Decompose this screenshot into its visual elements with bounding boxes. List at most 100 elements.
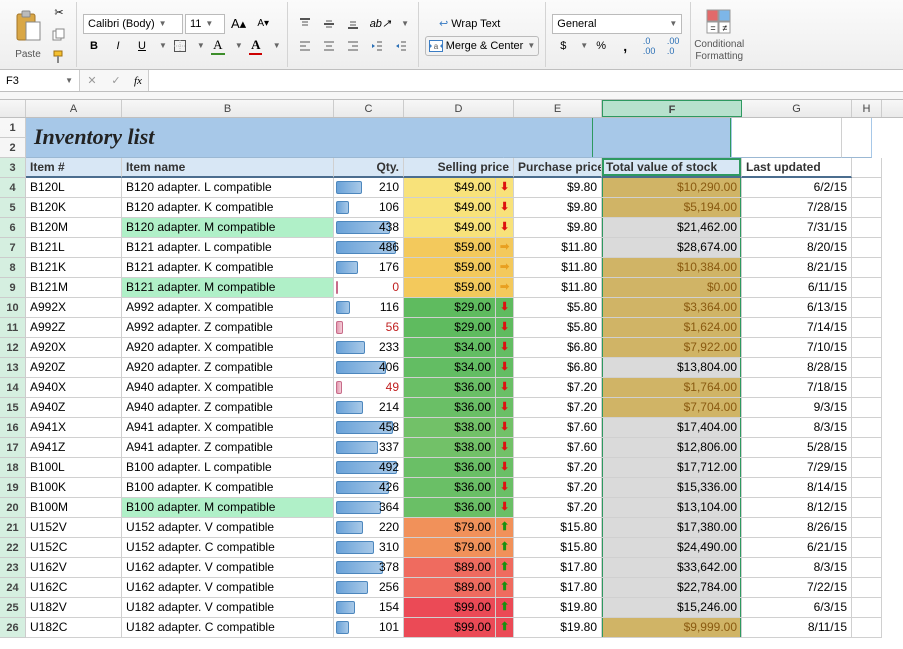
cell-sell-price[interactable]: $36.00 [404, 378, 496, 398]
cell-item-name[interactable]: B100 adapter. K compatible [122, 478, 334, 498]
cell-total-value[interactable]: $10,290.00 [602, 178, 742, 198]
cell-item-name[interactable]: B100 adapter. M compatible [122, 498, 334, 518]
italic-button[interactable]: I [107, 36, 129, 56]
copy-icon[interactable] [48, 25, 70, 45]
row-header[interactable]: 8 [0, 258, 26, 278]
grow-font-icon[interactable]: A▴ [227, 14, 250, 34]
cell-item-no[interactable]: B100L [26, 458, 122, 478]
cell-last-updated[interactable]: 8/3/15 [742, 558, 852, 578]
cell-purchase-price[interactable]: $7.20 [514, 478, 602, 498]
header-sell[interactable]: Selling price [404, 158, 514, 178]
wrap-text-button[interactable]: ↩Wrap Text [425, 14, 515, 34]
cell-purchase-price[interactable]: $7.60 [514, 438, 602, 458]
cell-total-value[interactable]: $0.00 [602, 278, 742, 298]
cell-qty[interactable]: 492 [334, 458, 404, 478]
header-purchase[interactable]: Purchase price [514, 158, 602, 178]
cell-total-value[interactable]: $1,764.00 [602, 378, 742, 398]
cell-item-no[interactable]: B121L [26, 238, 122, 258]
cell-qty[interactable]: 0 [334, 278, 404, 298]
title-cell[interactable]: Inventory list [26, 118, 504, 158]
cell-item-name[interactable]: A940 adapter. Z compatible [122, 398, 334, 418]
cell-item-name[interactable]: U162 adapter. V compatible [122, 558, 334, 578]
cell-total-value[interactable]: $24,490.00 [602, 538, 742, 558]
row-header[interactable]: 2 [0, 138, 26, 158]
row-header[interactable]: 22 [0, 538, 26, 558]
cell-last-updated[interactable]: 6/13/15 [742, 298, 852, 318]
cell-item-no[interactable]: U152C [26, 538, 122, 558]
row-header[interactable]: 23 [0, 558, 26, 578]
cell-last-updated[interactable]: 5/28/15 [742, 438, 852, 458]
row-header[interactable]: 11 [0, 318, 26, 338]
cell-item-no[interactable]: A941Z [26, 438, 122, 458]
cell-sell-price[interactable]: $29.00 [404, 298, 496, 318]
align-center-icon[interactable] [318, 36, 340, 56]
cell-total-value[interactable]: $17,404.00 [602, 418, 742, 438]
cell-total-value[interactable]: $21,462.00 [602, 218, 742, 238]
cell-sell-price[interactable]: $49.00 [404, 218, 496, 238]
cell-sell-price[interactable]: $49.00 [404, 198, 496, 218]
cell-purchase-price[interactable]: $7.20 [514, 498, 602, 518]
cell-qty[interactable]: 378 [334, 558, 404, 578]
cell-item-no[interactable]: B121K [26, 258, 122, 278]
header-updated[interactable]: Last updated [742, 158, 852, 178]
cell-sell-price[interactable]: $99.00 [404, 598, 496, 618]
cell-last-updated[interactable]: 9/3/15 [742, 398, 852, 418]
header-qty[interactable]: Qty. [334, 158, 404, 178]
cell-item-name[interactable]: A940 adapter. X compatible [122, 378, 334, 398]
cell-item-name[interactable]: B121 adapter. M compatible [122, 278, 334, 298]
cell-qty[interactable]: 256 [334, 578, 404, 598]
col-header-E[interactable]: E [514, 100, 602, 117]
align-left-icon[interactable] [294, 36, 316, 56]
col-header-B[interactable]: B [122, 100, 334, 117]
row-header[interactable]: 18 [0, 458, 26, 478]
cell-item-no[interactable]: U182C [26, 618, 122, 638]
cell-total-value[interactable]: $12,806.00 [602, 438, 742, 458]
row-header[interactable]: 16 [0, 418, 26, 438]
percent-button[interactable]: % [590, 36, 612, 56]
cell-last-updated[interactable]: 7/28/15 [742, 198, 852, 218]
cell-item-no[interactable]: B100M [26, 498, 122, 518]
cell-item-no[interactable]: A941X [26, 418, 122, 438]
cell-total-value[interactable]: $22,784.00 [602, 578, 742, 598]
cell-qty[interactable]: 426 [334, 478, 404, 498]
cell-sell-price[interactable]: $38.00 [404, 418, 496, 438]
cell-item-name[interactable]: U162 adapter. V compatible [122, 578, 334, 598]
cell-total-value[interactable]: $17,380.00 [602, 518, 742, 538]
cell-qty[interactable]: 49 [334, 378, 404, 398]
decrease-decimal-icon[interactable]: .00.0 [662, 36, 684, 56]
cell-last-updated[interactable]: 8/3/15 [742, 418, 852, 438]
cell-purchase-price[interactable]: $9.80 [514, 178, 602, 198]
font-color-button[interactable]: A [245, 36, 267, 56]
paste-icon[interactable] [13, 10, 43, 48]
cell-item-no[interactable]: A920X [26, 338, 122, 358]
comma-button[interactable]: , [614, 36, 636, 56]
cell-purchase-price[interactable]: $7.20 [514, 398, 602, 418]
cell-purchase-price[interactable]: $7.60 [514, 418, 602, 438]
cell-item-name[interactable]: B120 adapter. L compatible [122, 178, 334, 198]
cell-last-updated[interactable]: 6/11/15 [742, 278, 852, 298]
cell-purchase-price[interactable]: $7.20 [514, 378, 602, 398]
cell-total-value[interactable]: $10,384.00 [602, 258, 742, 278]
cell-total-value[interactable]: $13,104.00 [602, 498, 742, 518]
cell-purchase-price[interactable]: $17.80 [514, 558, 602, 578]
border-button[interactable] [169, 36, 191, 56]
cell-sell-price[interactable]: $79.00 [404, 538, 496, 558]
align-middle-icon[interactable] [318, 14, 340, 34]
cell-item-name[interactable]: B100 adapter. L compatible [122, 458, 334, 478]
increase-indent-icon[interactable] [390, 36, 412, 56]
cell-sell-price[interactable]: $89.00 [404, 578, 496, 598]
increase-decimal-icon[interactable]: .0.00 [638, 36, 660, 56]
align-bottom-icon[interactable] [342, 14, 364, 34]
col-header-D[interactable]: D [404, 100, 514, 117]
cell-item-name[interactable]: B120 adapter. K compatible [122, 198, 334, 218]
cell-total-value[interactable]: $5,194.00 [602, 198, 742, 218]
bold-button[interactable]: B [83, 36, 105, 56]
select-all-corner[interactable] [0, 100, 26, 117]
cell-last-updated[interactable]: 7/29/15 [742, 458, 852, 478]
col-header-H[interactable]: H [852, 100, 882, 117]
row-header[interactable]: 17 [0, 438, 26, 458]
cell-purchase-price[interactable]: $11.80 [514, 238, 602, 258]
row-header[interactable]: 1 [0, 118, 26, 138]
cell-sell-price[interactable]: $89.00 [404, 558, 496, 578]
cell-qty[interactable]: 337 [334, 438, 404, 458]
